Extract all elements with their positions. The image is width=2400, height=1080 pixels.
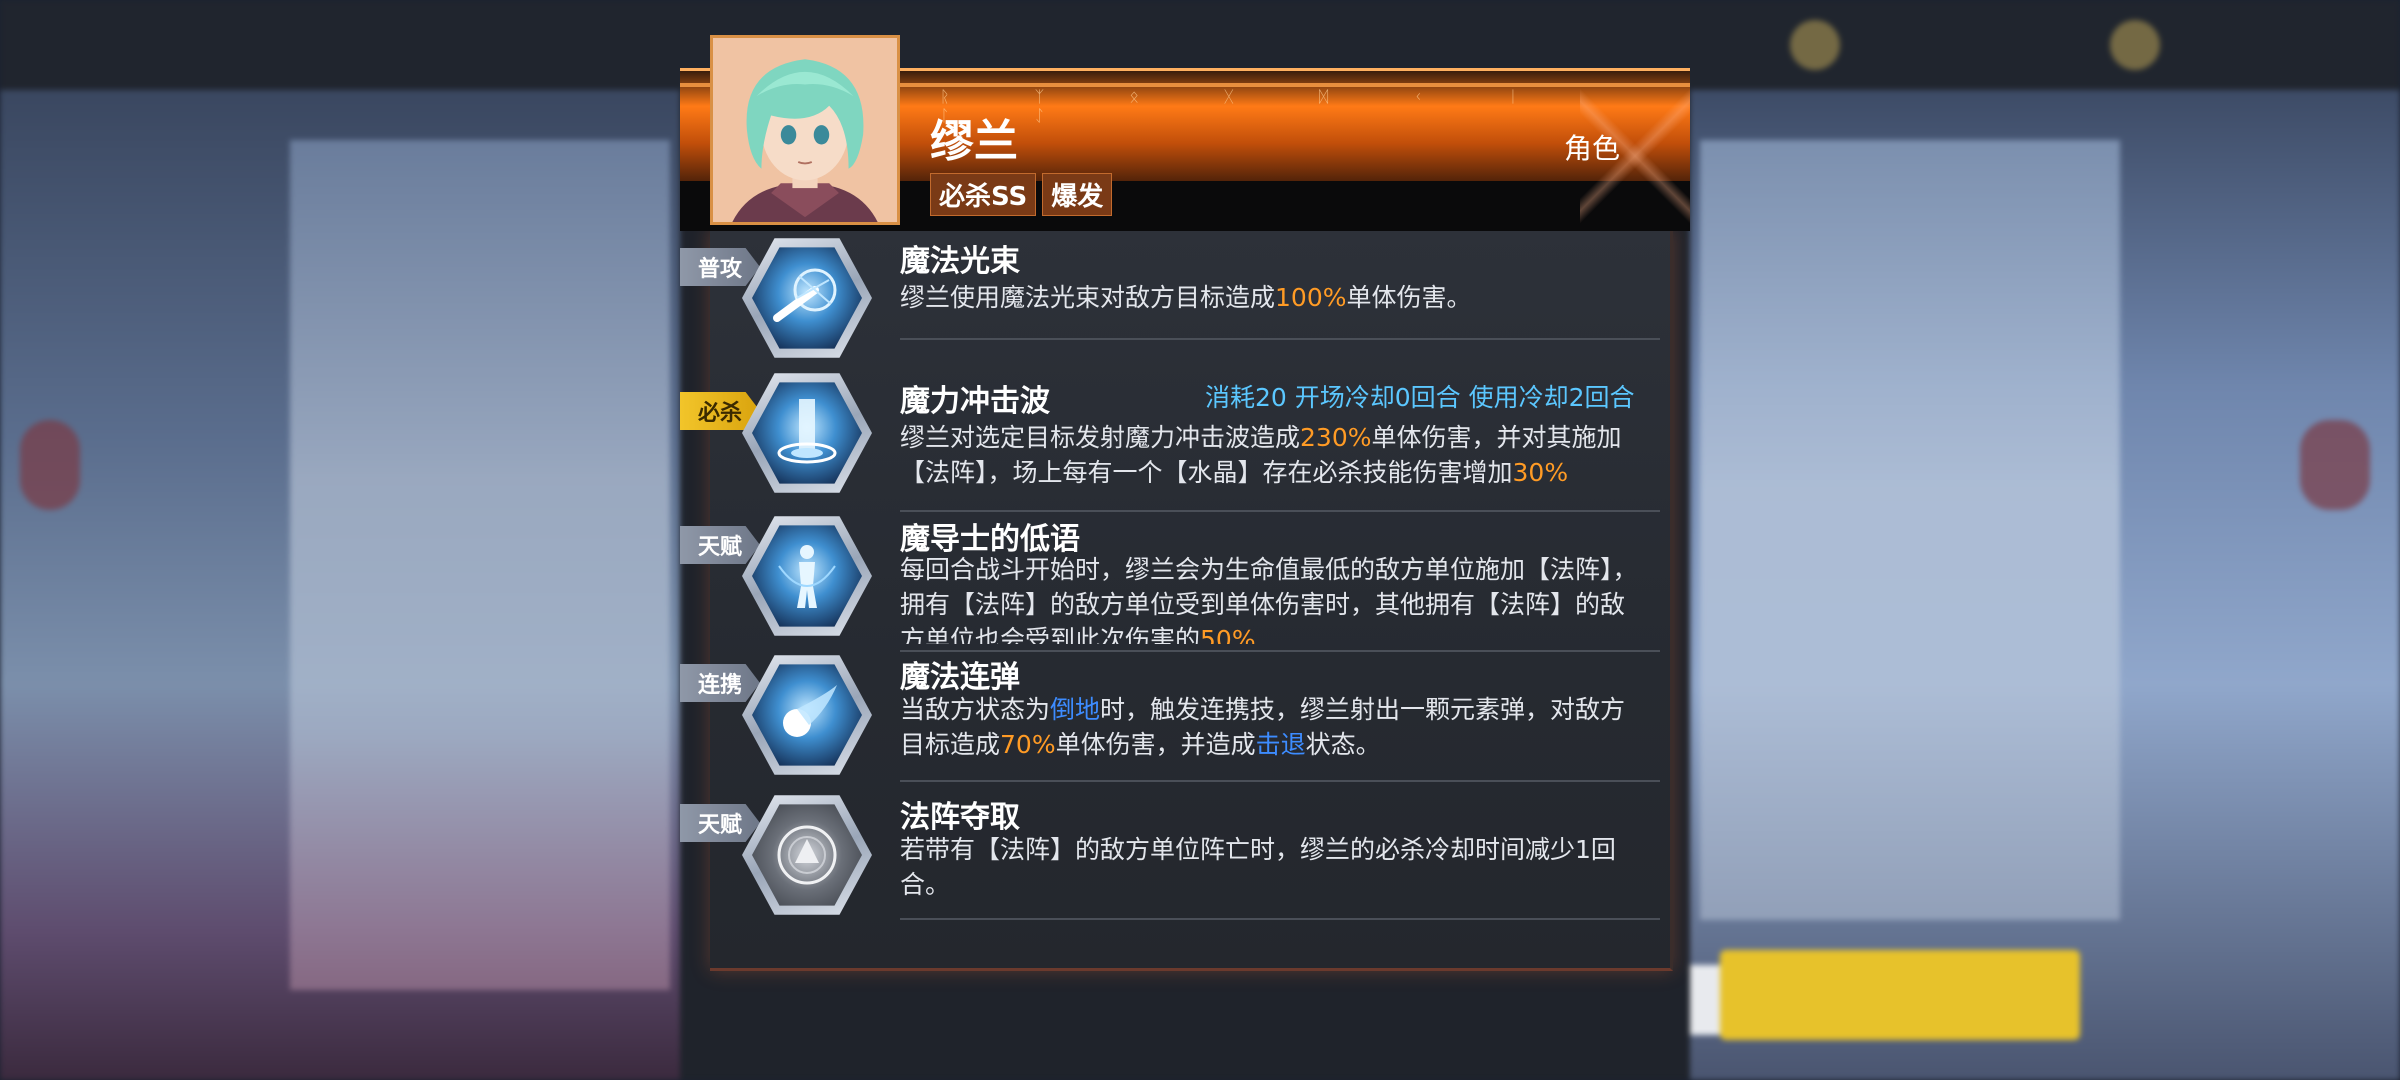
skill-type-tag: 普攻	[680, 248, 760, 286]
skill-title: 法阵夺取	[900, 800, 1020, 835]
description-text: 当敌方状态为	[900, 695, 1051, 724]
divider	[900, 510, 1660, 512]
description-text: 状态。	[1305, 730, 1381, 759]
tag-burst: 爆发	[1042, 173, 1113, 216]
character-portrait	[710, 35, 900, 225]
character-name: 缪兰	[930, 116, 1018, 167]
description-text: 每回合战斗开始时，缪兰会为生命值最低的敌方单位施加【法阵】，拥有【法阵】的敌方单…	[900, 555, 1638, 644]
skill-description: 若带有【法阵】的敌方单位阵亡时，缪兰的必杀冷却时间减少1回合。	[900, 832, 1640, 906]
highlight-value: 30%	[1512, 458, 1569, 487]
header-rune-decoration: ᚱ ᛉ ᛟ ᚷ ᛞ ᚲ ᛁ ᛚ ᛇ	[940, 87, 1558, 125]
background-right-card	[1700, 140, 2120, 920]
skill-description: 缪兰对选定目标发射魔力冲击波造成230%单体伤害，并对其施加【法阵】，场上每有一…	[900, 420, 1640, 502]
divider	[900, 918, 1660, 920]
skill-description: 缪兰使用魔法光束对敌方目标造成100%单体伤害。	[900, 280, 1640, 320]
skill-type-tag: 连携	[680, 664, 760, 702]
role-label: 角色	[1563, 132, 1620, 165]
background-right-arrow	[2300, 420, 2370, 510]
highlight-value: 100%	[1275, 283, 1347, 312]
background-gem-icon	[2110, 20, 2160, 70]
background-left-arrow	[20, 420, 80, 510]
description-text: 若带有【法阵】的敌方单位阵亡时，缪兰的必杀冷却时间减少1回合。	[900, 835, 1616, 899]
character-skill-card: ᚱ ᛉ ᛟ ᚷ ᛞ ᚲ ᛁ ᛚ ᛇ 缪兰 必杀SS 爆发 角色 普攻 魔法光束 …	[680, 35, 1690, 971]
background-coin-icon	[1790, 20, 1840, 70]
divider	[900, 338, 1660, 340]
description-text: 单体伤害。	[1346, 283, 1472, 312]
character-tags: 必杀SS 爆发	[930, 173, 1113, 216]
tag-ultimate-rank: 必杀SS	[930, 173, 1037, 216]
skill-title: 魔法光束	[900, 244, 1020, 279]
description-text: 单体伤害，并造成	[1055, 730, 1256, 759]
highlight-value: 倒地	[1050, 695, 1101, 724]
skill-type-tag: 天赋	[680, 804, 760, 842]
character-header: ᚱ ᛉ ᛟ ᚷ ᛞ ᚲ ᛁ ᛚ ᛇ 缪兰 必杀SS 爆发 角色	[680, 35, 1690, 231]
background-yellow-button	[1720, 950, 2080, 1040]
highlight-value: 230%	[1300, 423, 1372, 452]
divider	[900, 780, 1660, 782]
skill-description: 当敌方状态为倒地时，触发连携技，缪兰射出一颗元素弹，对敌方目标造成70%单体伤害…	[900, 692, 1640, 766]
skill-type-tag: 天赋	[680, 526, 760, 564]
skill-title: 魔力冲击波	[900, 384, 1050, 419]
skill-title: 魔法连弹	[900, 660, 1020, 695]
skill-description: 每回合战斗开始时，缪兰会为生命值最低的敌方单位施加【法阵】，拥有【法阵】的敌方单…	[900, 552, 1640, 644]
description-text: 缪兰使用魔法光束对敌方目标造成	[900, 283, 1276, 312]
skill-cost-cooldown: 消耗20 开场冷却0回合 使用冷却2回合	[1205, 383, 1635, 412]
highlight-value: 50%	[1200, 625, 1256, 644]
portrait-image	[713, 38, 897, 222]
description-text: 缪兰对选定目标发射魔力冲击波造成	[900, 423, 1301, 452]
background-left-card	[290, 140, 670, 990]
highlight-value: 击退	[1255, 730, 1306, 759]
highlight-value: 70%	[1000, 730, 1056, 759]
